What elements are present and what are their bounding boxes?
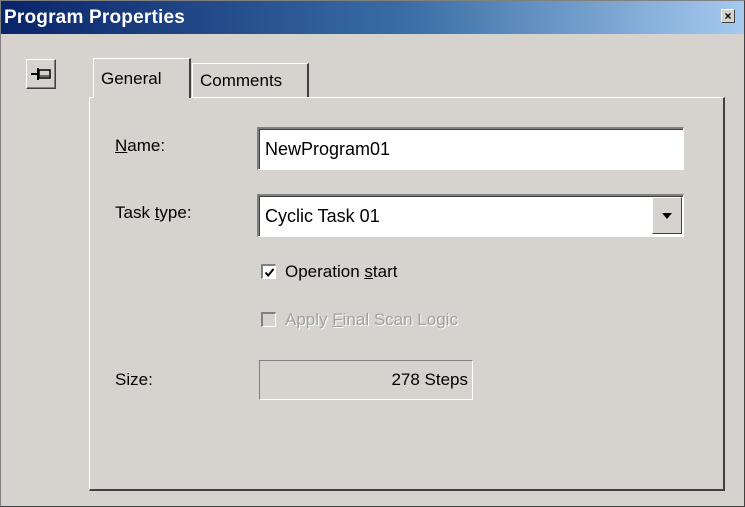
- close-button[interactable]: ×: [721, 9, 735, 23]
- general-tab-panel: [89, 97, 725, 491]
- pin-icon: [31, 68, 51, 80]
- tab-general[interactable]: General: [93, 58, 191, 98]
- tab-comments-label: Comments: [200, 70, 283, 90]
- close-icon: ×: [724, 9, 732, 23]
- window-title: Program Properties: [4, 6, 185, 28]
- title-bar[interactable]: Program Properties ×: [1, 1, 744, 34]
- program-properties-dialog: Program Properties × General Comments Na…: [0, 0, 745, 507]
- tab-general-label: General: [101, 68, 162, 88]
- pin-button[interactable]: [26, 59, 56, 89]
- tab-comments[interactable]: Comments: [192, 63, 309, 97]
